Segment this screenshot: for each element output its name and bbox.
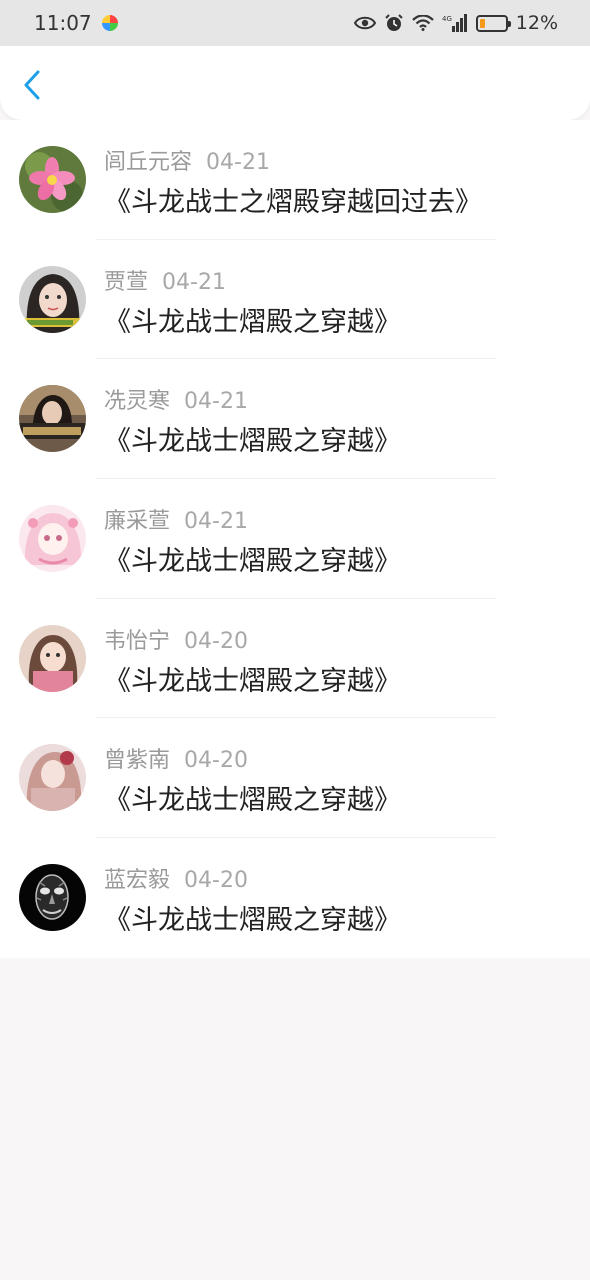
comment-list: 闾丘元容 04-21 《斗龙战士之熠殿穿越回过去》 贾萱 04-21 《斗龙战士熠殿… <box>0 120 590 958</box>
status-left: 11:07 <box>34 11 118 35</box>
avatar[interactable] <box>19 265 86 333</box>
user-name: 韦怡宁 <box>104 628 171 654</box>
user-name: 蓝宏毅 <box>104 868 171 894</box>
wifi-icon <box>411 15 434 31</box>
story-title[interactable]: 《斗龙战士熠殿之穿越》 <box>104 300 401 339</box>
status-bar: 11:07 4G 12% <box>0 0 590 46</box>
story-title[interactable]: 《斗龙战士熠殿之穿越》 <box>104 419 401 458</box>
back-button[interactable] <box>16 68 48 102</box>
avatar[interactable] <box>19 505 86 573</box>
meta-line: 廉采萱 04-21 <box>104 503 248 535</box>
meta-line: 曾紫南 04-20 <box>104 742 248 774</box>
status-time: 11:07 <box>34 11 92 35</box>
list-item[interactable]: 曾紫南 04-20 《斗龙战士熠殿之穿越》 <box>0 718 590 839</box>
list-item[interactable]: 冼灵寒 04-21 《斗龙战士熠殿之穿越》 <box>0 359 590 480</box>
user-name: 冼灵寒 <box>104 389 171 415</box>
meta-line: 韦怡宁 04-20 <box>104 623 248 655</box>
post-date: 04-21 <box>184 509 248 535</box>
avatar[interactable] <box>19 744 86 812</box>
list-item[interactable]: 蓝宏毅 04-20 《斗龙战士熠殿之穿越》 <box>0 838 590 958</box>
status-right: 4G 12% <box>353 12 558 34</box>
meta-line: 蓝宏毅 04-20 <box>104 862 248 894</box>
post-date: 04-21 <box>184 389 248 415</box>
avatar[interactable] <box>19 385 86 453</box>
alarm-icon <box>384 13 404 33</box>
battery-percent: 12% <box>515 12 558 34</box>
post-date: 04-21 <box>206 150 270 175</box>
list-item[interactable]: 韦怡宁 04-20 《斗龙战士熠殿之穿越》 <box>0 599 590 719</box>
list-item[interactable]: 闾丘元容 04-21 《斗龙战士之熠殿穿越回过去》 <box>0 120 590 240</box>
list-item[interactable]: 廉采萱 04-21 《斗龙战士熠殿之穿越》 <box>0 479 590 599</box>
post-date: 04-20 <box>184 748 248 774</box>
battery-level <box>479 18 485 28</box>
chevron-left-icon <box>24 70 40 100</box>
top-nav-bar <box>0 46 590 120</box>
meta-line: 贾萱 04-21 <box>104 264 226 296</box>
cellular-signal-icon: 4G <box>442 14 468 32</box>
story-title[interactable]: 《斗龙战士熠殿之穿越》 <box>104 898 401 937</box>
list-item[interactable]: 贾萱 04-21 《斗龙战士熠殿之穿越》 <box>0 240 590 360</box>
story-title[interactable]: 《斗龙战士熠殿之穿越》 <box>104 659 401 698</box>
avatar[interactable] <box>19 624 86 692</box>
network-type-label: 4G <box>442 15 452 23</box>
user-name: 廉采萱 <box>104 509 171 535</box>
post-date: 04-20 <box>184 868 248 894</box>
battery-icon <box>475 14 511 32</box>
avatar[interactable] <box>19 864 86 932</box>
user-name: 闾丘元容 <box>104 150 193 175</box>
story-title[interactable]: 《斗龙战士之熠殿穿越回过去》 <box>104 180 482 219</box>
user-name: 贾萱 <box>104 269 149 295</box>
story-title[interactable]: 《斗龙战士熠殿之穿越》 <box>104 539 401 578</box>
user-name: 曾紫南 <box>104 748 171 774</box>
story-title[interactable]: 《斗龙战士熠殿之穿越》 <box>104 778 401 817</box>
app-notification-icon <box>101 15 118 31</box>
meta-line: 冼灵寒 04-21 <box>104 383 248 415</box>
eye-icon <box>353 16 376 30</box>
post-date: 04-20 <box>184 628 248 654</box>
meta-line: 闾丘元容 04-21 <box>104 144 270 176</box>
post-date: 04-21 <box>162 269 226 295</box>
avatar[interactable] <box>19 146 86 213</box>
